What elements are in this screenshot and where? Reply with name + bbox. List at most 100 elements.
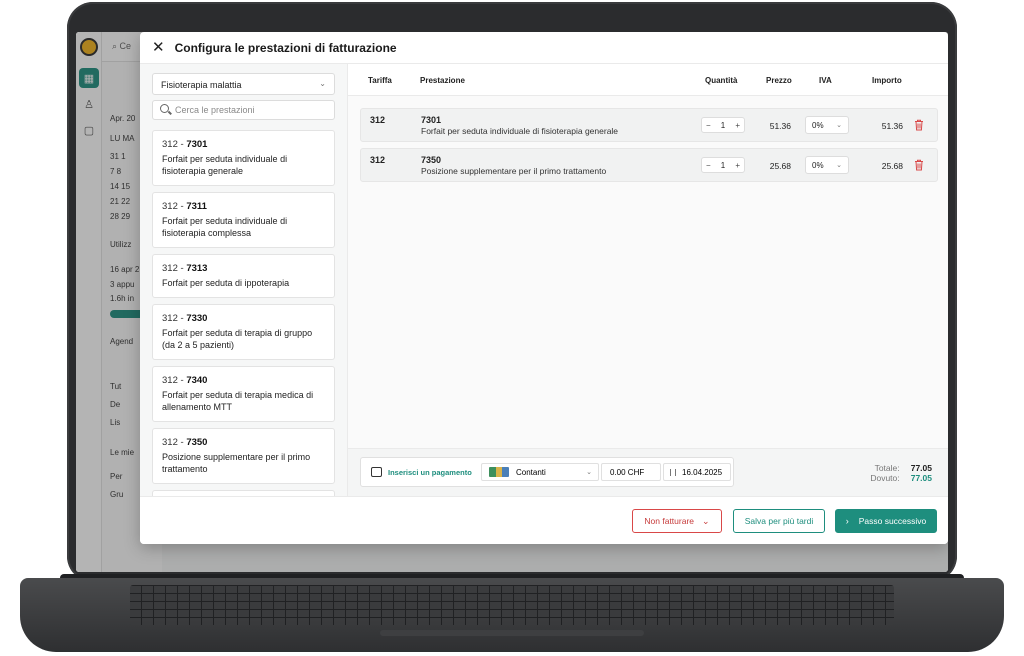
service-desc: Forfait per seduta di terapia medica di …	[162, 390, 314, 412]
close-icon[interactable]: ✕	[152, 40, 165, 55]
trash-icon[interactable]	[914, 119, 924, 131]
next-step-button[interactable]: › Passo successivo	[835, 509, 937, 533]
service-search-input[interactable]: Cerca le prestazioni	[152, 100, 335, 120]
chevron-down-icon: ⌄	[836, 122, 842, 129]
row-code: 7301	[421, 115, 442, 125]
service-card-7301[interactable]: 312 - 7301 Forfait per seduta individual…	[152, 130, 335, 186]
service-code: 7311	[186, 201, 207, 212]
payment-amount-input[interactable]: 0.00 CHF	[601, 463, 661, 481]
service-tariff: 312	[162, 201, 178, 212]
row-desc: Forfait per seduta individuale di fisiot…	[421, 126, 619, 136]
due-label: Dovuto:	[870, 473, 900, 483]
service-type-select[interactable]: Fisioterapia malattia ⌄	[152, 73, 335, 95]
minus-icon[interactable]: −	[706, 161, 711, 170]
minus-icon[interactable]: −	[706, 121, 711, 130]
modal-footer: Non fatturare ⌄ Salva per più tardi › Pa…	[140, 496, 948, 544]
plus-icon[interactable]: +	[735, 161, 740, 170]
trackpad	[380, 630, 644, 636]
service-tariff: 312	[162, 437, 178, 448]
table-row: 312 7301 Forfait per seduta individuale …	[360, 108, 938, 142]
totals: Totale: 77.05 Dovuto: 77.05	[870, 463, 932, 483]
save-later-button[interactable]: Salva per più tardi	[733, 509, 825, 533]
service-card-7311[interactable]: 312 - 7311 Forfait per seduta individual…	[152, 192, 335, 248]
service-code: 7301	[186, 139, 208, 150]
banknote-icon	[489, 467, 509, 477]
calendar-icon	[670, 469, 676, 476]
quantity-value[interactable]: 1	[721, 161, 725, 170]
card-icon	[371, 467, 382, 477]
no-invoice-label: Non fatturare	[644, 516, 695, 526]
service-code: 7313	[186, 263, 208, 274]
col-tariff: Tariffa	[368, 76, 392, 85]
vat-value: 0%	[812, 121, 824, 130]
row-price: 51.36	[769, 121, 791, 131]
service-type-value: Fisioterapia malattia	[161, 80, 242, 90]
service-desc: Posizione supplementare per il primo tra…	[162, 452, 311, 474]
service-desc: Forfait per seduta individuale di fisiot…	[162, 216, 288, 238]
total-label: Totale:	[874, 463, 900, 473]
payment-date-input[interactable]: 16.04.2025	[663, 463, 731, 481]
laptop-screen: ▦ ♙ ▢ ⌕ Ce Apr. 20 LU MA 31 1 7 8 14 15 …	[76, 32, 948, 572]
insert-payment-button[interactable]: Inserisci un pagamento	[388, 468, 472, 477]
row-price: 25.68	[769, 161, 791, 171]
service-code: 7350	[186, 437, 208, 448]
service-tariff: 312	[162, 375, 178, 386]
chevron-down-icon: ⌄	[836, 162, 842, 169]
vat-select[interactable]: 0% ⌄	[805, 116, 849, 134]
row-amount: 25.68	[881, 161, 903, 171]
plus-icon[interactable]: +	[735, 121, 740, 130]
chevron-down-icon: ⌄	[702, 515, 710, 526]
due-value: 77.05	[910, 473, 932, 483]
row-tariff: 312	[370, 115, 386, 125]
total-value: 77.05	[910, 463, 932, 473]
row-code: 7350	[421, 155, 442, 165]
row-tariff: 312	[370, 155, 386, 165]
laptop-keyboard	[130, 585, 894, 625]
trash-icon[interactable]	[914, 159, 924, 171]
quantity-value[interactable]: 1	[721, 121, 725, 130]
service-code: 7330	[186, 313, 208, 324]
save-later-label: Salva per più tardi	[744, 516, 814, 526]
selected-services: Tariffa Prestazione Quantità Prezzo IVA …	[348, 64, 948, 496]
service-tariff: 312	[162, 139, 178, 150]
vat-value: 0%	[812, 161, 824, 170]
modal-header: ✕ Configura le prestazioni di fatturazio…	[140, 32, 948, 64]
service-card-7330[interactable]: 312 - 7330 Forfait per seduta di terapia…	[152, 304, 335, 360]
payment-date-value: 16.04.2025	[682, 468, 723, 477]
quantity-stepper: − 1 +	[701, 117, 745, 133]
no-invoice-button[interactable]: Non fatturare ⌄	[632, 509, 722, 533]
table-header: Tariffa Prestazione Quantità Prezzo IVA …	[348, 64, 948, 96]
payment-area: Inserisci un pagamento Contanti ⌄ 0.00 C…	[348, 448, 948, 496]
quantity-stepper: − 1 +	[701, 157, 745, 173]
service-tariff: 312	[162, 263, 178, 274]
service-tariff: 312	[162, 313, 178, 324]
payment-box: Inserisci un pagamento Contanti ⌄ 0.00 C…	[360, 457, 734, 487]
row-desc: Posizione supplementare per il primo tra…	[421, 166, 607, 176]
col-price: Prezzo	[766, 76, 792, 85]
service-card-7313[interactable]: 312 - 7313 Forfait per seduta di ippoter…	[152, 254, 335, 298]
col-service: Prestazione	[420, 76, 465, 85]
service-desc: Forfait per seduta individuale di fisiot…	[162, 154, 288, 176]
payment-method-select[interactable]: Contanti ⌄	[481, 463, 599, 481]
col-amount: Importo	[872, 76, 902, 85]
col-vat: IVA	[819, 76, 832, 85]
chevron-down-icon: ⌄	[319, 79, 326, 88]
service-catalog: Fisioterapia malattia ⌄ Cerca le prestaz…	[140, 64, 348, 496]
service-card-7340[interactable]: 312 - 7340 Forfait per seduta di terapia…	[152, 366, 335, 422]
next-step-label: Passo successivo	[858, 516, 927, 526]
service-code: 7340	[186, 375, 208, 386]
billing-config-modal: ✕ Configura le prestazioni di fatturazio…	[140, 32, 948, 544]
payment-method-value: Contanti	[516, 468, 546, 477]
chevron-down-icon: ⌄	[586, 469, 592, 476]
modal-title: Configura le prestazioni di fatturazione	[174, 40, 397, 55]
search-icon	[160, 104, 169, 113]
service-desc: Forfait per seduta di ippoterapia	[162, 278, 290, 288]
service-search-placeholder: Cerca le prestazioni	[175, 105, 255, 115]
service-desc: Forfait per seduta di terapia di gruppo …	[162, 328, 313, 350]
chevron-right-icon: ›	[845, 516, 849, 526]
col-qty: Quantità	[705, 76, 738, 85]
service-card-7350[interactable]: 312 - 7350 Posizione supplementare per i…	[152, 428, 335, 484]
table-row: 312 7350 Posizione supplementare per il …	[360, 148, 938, 182]
row-amount: 51.36	[881, 121, 903, 131]
vat-select[interactable]: 0% ⌄	[805, 156, 849, 174]
